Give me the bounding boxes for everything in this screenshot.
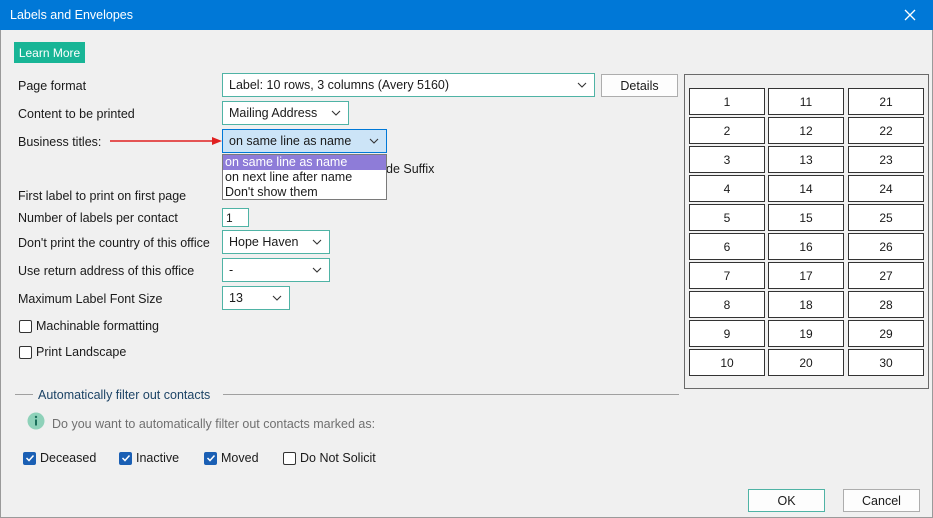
dropdown-option-next-line[interactable]: on next line after name: [223, 170, 386, 185]
chevron-down-icon: [312, 239, 322, 245]
label-cell[interactable]: 7: [689, 262, 765, 289]
label-cell[interactable]: 30: [848, 349, 924, 376]
cancel-button[interactable]: Cancel: [843, 489, 920, 512]
checkbox-box[interactable]: [283, 451, 296, 465]
section-divider: [15, 394, 33, 395]
label-cell[interactable]: 28: [848, 291, 924, 318]
checkmark-icon: [121, 454, 130, 462]
label-cell[interactable]: 13: [768, 146, 844, 173]
checkbox-box[interactable]: [119, 451, 132, 465]
window-title: Labels and Envelopes: [10, 8, 134, 22]
chevron-down-icon: [312, 267, 322, 273]
do-not-solicit-label: Do Not Solicit: [300, 451, 376, 465]
label-cell[interactable]: 14: [768, 175, 844, 202]
content-label: Content to be printed: [18, 107, 135, 121]
label-cell[interactable]: 2: [689, 117, 765, 144]
checkmark-icon: [25, 454, 34, 462]
chevron-down-icon: [369, 138, 379, 144]
business-titles-dropdown-list[interactable]: on same line as name on next line after …: [222, 154, 387, 200]
dont-print-country-select[interactable]: Hope Haven: [222, 230, 330, 254]
dont-print-country-value: Hope Haven: [229, 235, 299, 249]
moved-label: Moved: [221, 451, 259, 465]
labels-per-contact-input[interactable]: 1: [222, 208, 249, 227]
label-cell[interactable]: 12: [768, 117, 844, 144]
label-position-grid: 1 11 21 2 12 22 3 13 23 4 14 24 5 15 25 6 16 26 7 17 27 8 18 28…: [684, 74, 929, 389]
label-cell[interactable]: 20: [768, 349, 844, 376]
label-cell[interactable]: 25: [848, 204, 924, 231]
label-cell[interactable]: 6: [689, 233, 765, 260]
label-cell[interactable]: 26: [848, 233, 924, 260]
return-address-label: Use return address of this office: [18, 264, 195, 278]
label-cell[interactable]: 1: [689, 88, 765, 115]
checkbox-box[interactable]: [204, 451, 217, 465]
filter-section-title: Automatically filter out contacts: [38, 388, 211, 402]
section-divider: [223, 394, 679, 395]
deceased-label: Deceased: [40, 451, 97, 465]
label-cell[interactable]: 24: [848, 175, 924, 202]
page-format-select[interactable]: Label: 10 rows, 3 columns (Avery 5160): [222, 73, 595, 97]
business-titles-select[interactable]: on same line as name: [222, 129, 387, 153]
label-cell[interactable]: 5: [689, 204, 765, 231]
page-format-value: Label: 10 rows, 3 columns (Avery 5160): [229, 78, 450, 92]
checkbox-box[interactable]: [19, 319, 32, 333]
chevron-down-icon: [577, 82, 587, 88]
labels-per-contact-label: Number of labels per contact: [18, 211, 178, 225]
max-font-select[interactable]: 13: [222, 286, 290, 310]
label-cell[interactable]: 15: [768, 204, 844, 231]
label-cell[interactable]: 16: [768, 233, 844, 260]
label-cell[interactable]: 11: [768, 88, 844, 115]
content-value: Mailing Address: [229, 106, 318, 120]
business-titles-label: Business titles:: [18, 135, 102, 149]
inactive-checkbox[interactable]: Inactive: [119, 451, 179, 465]
dropdown-option-same-line[interactable]: on same line as name: [223, 155, 386, 170]
checkbox-box[interactable]: [23, 451, 36, 465]
label-cell[interactable]: 21: [848, 88, 924, 115]
dropdown-option-dont-show[interactable]: Don't show them: [223, 185, 386, 200]
max-font-value: 13: [229, 291, 243, 305]
landscape-checkbox[interactable]: Print Landscape: [19, 345, 126, 359]
machinable-label: Machinable formatting: [36, 319, 159, 333]
label-cell[interactable]: 19: [768, 320, 844, 347]
content-select[interactable]: Mailing Address: [222, 101, 349, 125]
business-titles-value: on same line as name: [229, 134, 352, 148]
machinable-checkbox[interactable]: Machinable formatting: [19, 319, 159, 333]
first-label-label: First label to print on first page: [18, 189, 187, 203]
label-cell[interactable]: 3: [689, 146, 765, 173]
label-cell[interactable]: 9: [689, 320, 765, 347]
label-cell[interactable]: 8: [689, 291, 765, 318]
do-not-solicit-checkbox[interactable]: Do Not Solicit: [283, 451, 376, 465]
inactive-label: Inactive: [136, 451, 180, 465]
info-icon: [27, 412, 45, 430]
dont-print-country-label: Don't print the country of this office: [18, 236, 210, 250]
max-font-label: Maximum Label Font Size: [18, 292, 163, 306]
close-icon: [904, 9, 916, 21]
details-button[interactable]: Details: [601, 74, 678, 97]
label-cell[interactable]: 23: [848, 146, 924, 173]
partially-hidden-suffix-text: de Suffix: [386, 162, 435, 176]
title-bar: Labels and Envelopes: [0, 0, 933, 30]
page-format-label: Page format: [18, 79, 87, 93]
return-address-value: -: [229, 263, 234, 277]
checkmark-icon: [206, 454, 215, 462]
label-cell[interactable]: 22: [848, 117, 924, 144]
chevron-down-icon: [331, 110, 341, 116]
checkbox-box[interactable]: [19, 345, 32, 359]
landscape-label: Print Landscape: [36, 345, 127, 359]
chevron-down-icon: [272, 295, 282, 301]
learn-more-button[interactable]: Learn More: [14, 42, 85, 63]
ok-button[interactable]: OK: [748, 489, 825, 512]
moved-checkbox[interactable]: Moved: [204, 451, 259, 465]
deceased-checkbox[interactable]: Deceased: [23, 451, 96, 465]
label-cell[interactable]: 29: [848, 320, 924, 347]
return-address-select[interactable]: -: [222, 258, 330, 282]
label-cell[interactable]: 18: [768, 291, 844, 318]
label-cell[interactable]: 4: [689, 175, 765, 202]
filter-question: Do you want to automatically filter out …: [52, 417, 376, 431]
arrow-annotation: [110, 137, 222, 145]
label-cell[interactable]: 10: [689, 349, 765, 376]
label-cell[interactable]: 17: [768, 262, 844, 289]
label-cell[interactable]: 27: [848, 262, 924, 289]
close-button[interactable]: [887, 0, 933, 30]
